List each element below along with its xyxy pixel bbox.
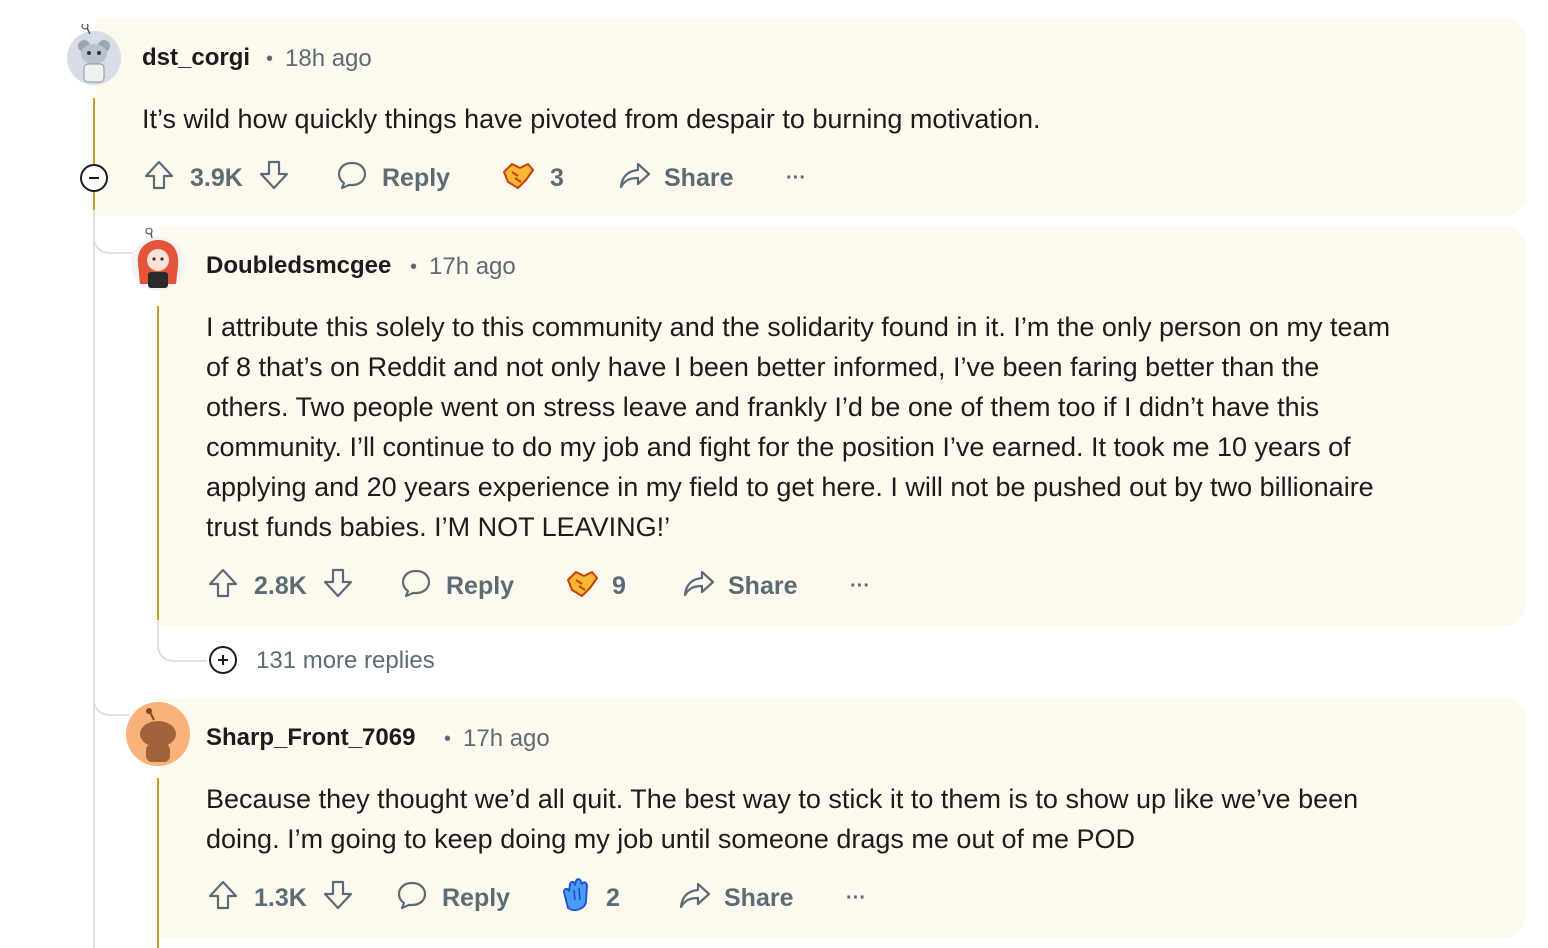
thread-line-reply-2 [157,306,159,626]
upvote-icon[interactable] [206,566,240,607]
reply-button[interactable]: Reply [336,158,450,198]
meta-separator: • [444,728,452,750]
comment-body-line: Because they thought we’d all quit. The … [206,784,1359,814]
downvote-icon[interactable] [321,566,355,607]
meta-separator: • [266,48,274,70]
comment-timestamp[interactable]: 17h ago [463,725,550,753]
downvote-icon[interactable] [321,878,355,919]
award-count: 2 [606,883,620,912]
share-button[interactable]: Share [618,158,733,198]
share-button[interactable]: Share [682,566,797,606]
comment-body-line: others. Two people went on stress leave … [206,392,1320,422]
comment-body-line: trust funds babies. I’M NOT LEAVING!’ [206,512,671,542]
downvote-icon[interactable] [257,158,291,199]
comment-body-line: doing. I’m going to keep doing my job un… [206,824,1136,854]
reply-button[interactable]: Reply [396,878,510,918]
share-arrow-icon [682,568,716,605]
share-label: Share [728,571,798,600]
avatar[interactable] [130,227,186,291]
clapping-hands-award-icon [560,877,596,919]
share-arrow-icon [678,880,712,917]
reply-bubble-icon [336,159,368,198]
award-count: 9 [612,571,626,600]
thread-connector-2 [93,210,133,254]
upvote-icon[interactable] [142,158,176,199]
share-label: Share [664,163,734,192]
upvote-icon[interactable] [206,878,240,919]
comment-username[interactable]: dst_corgi [142,44,250,72]
thread-line-reply-3 [157,778,159,948]
overflow-menu-button[interactable]: ··· [850,566,870,606]
reply-label: Reply [446,571,515,600]
vote-group: 3.9K [142,158,291,198]
meta-separator: • [410,256,418,278]
comment-username[interactable]: Sharp_Front_7069 [206,724,415,752]
overflow-menu-button[interactable]: ··· [846,878,866,918]
overflow-dots-icon: ··· [786,166,806,189]
minus-circle-icon [89,177,99,179]
expand-replies-button[interactable] [209,646,237,674]
comment-body-line: I attribute this solely to this communit… [206,312,1391,342]
reply-label: Reply [442,883,511,912]
award-button[interactable]: 2 [560,877,620,919]
reply-bubble-icon [400,567,432,606]
comment-timestamp[interactable]: 17h ago [429,253,516,281]
more-replies-link[interactable]: 131 more replies [256,647,435,675]
comment-body-line: of 8 that’s on Reddit and not only have … [206,352,1320,382]
vote-score: 1.3K [254,883,307,912]
award-button[interactable]: 3 [500,158,564,198]
share-label: Share [724,883,794,912]
avatar[interactable] [66,22,122,85]
overflow-dots-icon: ··· [846,886,866,909]
vote-group: 1.3K [206,878,355,918]
award-button[interactable]: 9 [564,566,626,606]
more-replies-connector [157,620,207,662]
avatar[interactable] [126,702,190,766]
handshake-award-icon [500,158,536,199]
plus-circle-icon [218,655,228,665]
thread-connector-3 [93,660,129,716]
overflow-menu-button[interactable]: ··· [786,158,806,198]
reply-label: Reply [382,163,451,192]
vote-score: 2.8K [254,571,307,600]
vote-score: 3.9K [190,163,243,192]
comment-timestamp[interactable]: 18h ago [285,45,372,73]
comment-body-line: community. I’ll continue to do my job an… [206,432,1351,462]
vote-group: 2.8K [206,566,355,606]
collapse-thread-button[interactable] [80,164,108,192]
overflow-dots-icon: ··· [850,574,870,597]
comment-body: I attribute this solely to this communit… [206,307,1390,547]
handshake-award-icon [564,566,600,607]
comment-username[interactable]: Doubledsmcgee [206,252,391,280]
thread-line-grey [93,216,95,948]
reply-bubble-icon [396,879,428,918]
comment-body-line: applying and 20 years experience in my f… [206,472,1374,502]
reply-button[interactable]: Reply [400,566,514,606]
comment-body: Because they thought we’d all quit. The … [206,779,1358,859]
share-arrow-icon [618,160,652,197]
share-button[interactable]: Share [678,878,793,918]
thread-line-main [93,98,95,216]
comment-body: It’s wild how quickly things have pivote… [142,104,1041,134]
award-count: 3 [550,163,564,192]
